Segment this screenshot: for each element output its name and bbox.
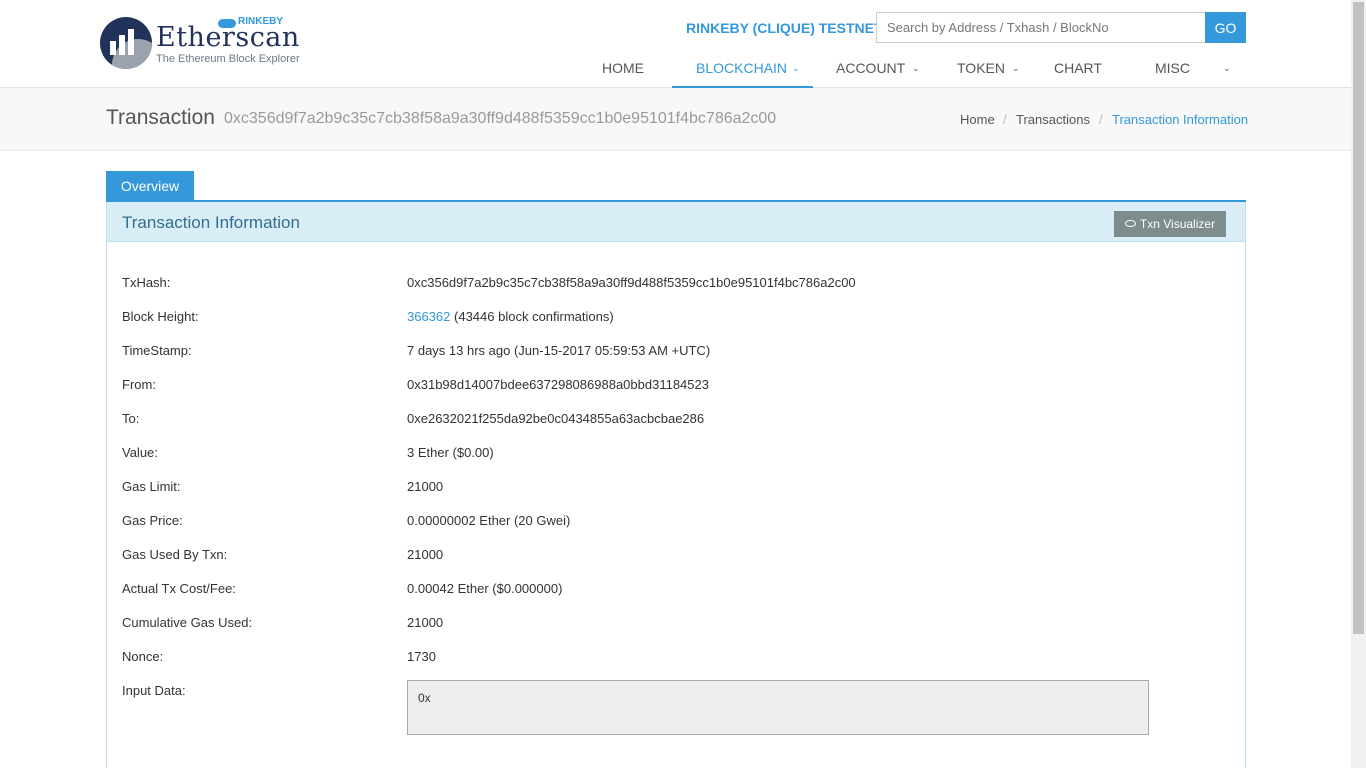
chevron-down-icon: ⌄ [792,63,800,73]
cumulative-gas-value: 21000 [407,615,444,630]
logo-mark-icon [100,17,152,69]
eye-icon [1124,220,1136,228]
breadcrumb-home[interactable]: Home [960,112,995,127]
value-amount: 3 Ether ($0.00) [407,445,494,460]
block-height-value: 366362 (43446 block confirmations) [407,309,614,324]
field-label: To: [122,411,140,426]
field-timestamp: TimeStamp: 7 days 13 hrs ago (Jun-15-201… [122,343,1232,365]
nav-account[interactable]: ACCOUNT ⌄ [836,46,926,88]
field-tx-fee: Actual Tx Cost/Fee: 0.00042 Ether ($0.00… [122,581,1232,603]
field-gas-limit: Gas Limit: 21000 [122,479,1232,501]
nav-misc[interactable]: MISC ⌄ [1155,46,1235,88]
panel-title: Transaction Information [122,213,300,232]
input-data-textarea[interactable]: 0x [407,680,1149,735]
to-address-link[interactable]: 0xe2632021f255da92be0c0434855a63acbcbae2… [407,411,704,426]
field-label: Input Data: [122,683,186,698]
field-label: TxHash: [122,275,171,290]
field-label: Actual Tx Cost/Fee: [122,581,236,596]
breadcrumb-separator: / [1003,112,1007,127]
chevron-down-icon: ⌄ [912,63,920,73]
page-header-bar: Transaction 0xc356d9f7a2b9c35c7cb38f58a9… [0,88,1351,151]
nav-blockchain[interactable]: BLOCKCHAIN ⌄ [672,46,813,88]
search-input[interactable] [876,12,1206,43]
field-block-height: Block Height: 366362 (43446 block confir… [122,309,1232,331]
txhash-value: 0xc356d9f7a2b9c35c7cb38f58a9a30ff9d488f5… [407,275,856,290]
nav-chart[interactable]: CHART [1054,46,1102,88]
page-title: Transaction [106,106,215,129]
field-label: Block Height: [122,309,199,324]
breadcrumb-separator: / [1099,112,1103,127]
gas-limit-value: 21000 [407,479,444,494]
field-from: From: 0x31b98d14007bdee637298086988a0bbd… [122,377,1232,399]
field-label: Gas Limit: [122,479,181,494]
tx-fee-value: 0.00042 Ether ($0.000000) [407,581,563,596]
page-scrollbar[interactable] [1351,0,1366,768]
block-confirmations: (43446 block confirmations) [454,309,614,324]
transaction-panel: Transaction Information Txn Visualizer T… [106,202,1246,768]
cloud-icon [218,17,256,29]
timestamp-value: 7 days 13 hrs ago (Jun-15-2017 05:59:53 … [407,343,711,358]
panel-header: Transaction Information Txn Visualizer [107,202,1245,242]
nonce-value: 1730 [407,649,436,664]
block-link[interactable]: 366362 [407,309,450,324]
page-tx-hash: 0xc356d9f7a2b9c35c7cb38f58a9a30ff9d488f5… [224,110,777,127]
field-gas-price: Gas Price: 0.00000002 Ether (20 Gwei) [122,513,1232,535]
field-cumulative-gas: Cumulative Gas Used: 21000 [122,615,1232,637]
field-label: From: [122,377,156,392]
field-txhash: TxHash: 0xc356d9f7a2b9c35c7cb38f58a9a30f… [122,275,1232,297]
gas-used-value: 21000 [407,547,444,562]
logo-tagline: The Ethereum Block Explorer [156,53,300,65]
etherscan-logo[interactable]: Etherscan The Ethereum Block Explorer RI… [100,16,310,76]
search-go-button[interactable]: GO [1205,12,1246,43]
field-label: Cumulative Gas Used: [122,615,253,630]
network-badge: RINKEBY [218,16,284,29]
breadcrumb-transactions[interactable]: Transactions [1016,112,1090,127]
nav-token[interactable]: TOKEN ⌄ [957,46,1027,88]
nav-home[interactable]: HOME [602,46,644,88]
scrollbar-thumb[interactable] [1353,2,1364,634]
field-label: Gas Used By Txn: [122,547,228,562]
breadcrumb-current: Transaction Information [1112,112,1249,127]
field-label: Nonce: [122,649,164,664]
field-value: Value: 3 Ether ($0.00) [122,445,1232,467]
field-label: Gas Price: [122,513,183,528]
field-label: TimeStamp: [122,343,192,358]
network-label: RINKEBY (CLIQUE) TESTNET [686,20,883,36]
field-gas-used: Gas Used By Txn: 21000 [122,547,1232,569]
tab-overview[interactable]: Overview [106,171,194,201]
chevron-down-icon: ⌄ [1012,63,1020,73]
txn-visualizer-button[interactable]: Txn Visualizer [1114,211,1226,237]
field-label: Value: [122,445,158,460]
from-address-link[interactable]: 0x31b98d14007bdee637298086988a0bbd311845… [407,377,709,392]
chevron-down-icon: ⌄ [1223,63,1231,73]
field-nonce: Nonce: 1730 [122,649,1232,671]
field-to: To: 0xe2632021f255da92be0c0434855a63acbc… [122,411,1232,433]
gas-price-value: 0.00000002 Ether (20 Gwei) [407,513,571,528]
site-header: Etherscan The Ethereum Block Explorer RI… [0,0,1351,88]
